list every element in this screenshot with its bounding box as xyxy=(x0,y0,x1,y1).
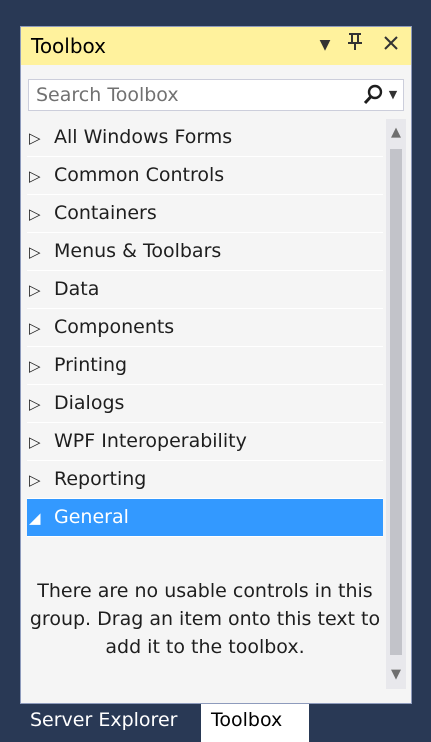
search-box: ▼ xyxy=(28,79,404,111)
expand-arrow-icon: ▷ xyxy=(29,319,41,337)
search-options-chevron-icon[interactable]: ▼ xyxy=(386,82,400,108)
tab-toolbox[interactable]: Toolbox xyxy=(201,704,309,742)
search-input[interactable] xyxy=(29,80,349,110)
expand-arrow-icon: ▷ xyxy=(29,281,41,299)
group-label: WPF Interoperability xyxy=(54,430,247,452)
group-label: Reporting xyxy=(54,468,147,490)
group-label: Data xyxy=(54,278,100,300)
expand-arrow-icon: ▷ xyxy=(29,205,41,223)
pin-icon[interactable] xyxy=(343,31,367,59)
group-label: Menus & Toolbars xyxy=(54,240,222,262)
empty-group-message[interactable]: There are no usable controls in this gro… xyxy=(27,577,383,661)
bottom-tab-bar: Server Explorer Toolbox xyxy=(20,704,412,742)
close-icon[interactable] xyxy=(377,31,405,59)
toolbox-group-list: ▷ All Windows Forms ▷ Common Controls ▷ Con… xyxy=(27,119,383,699)
group-label: Printing xyxy=(54,354,128,376)
group-label: General xyxy=(54,506,129,528)
group-dialogs[interactable]: ▷ Dialogs xyxy=(27,385,383,423)
scroll-up-arrow-icon[interactable]: ▲ xyxy=(386,119,406,147)
chevron-down-icon[interactable]: ▼ xyxy=(315,31,335,59)
group-label: All Windows Forms xyxy=(54,126,233,148)
group-components[interactable]: ▷ Components xyxy=(27,309,383,347)
expand-arrow-icon: ▷ xyxy=(29,395,41,413)
ide-background xyxy=(0,0,431,26)
vertical-scrollbar[interactable]: ▲ ▼ xyxy=(386,119,406,689)
group-all-windows-forms[interactable]: ▷ All Windows Forms xyxy=(27,119,383,157)
group-containers[interactable]: ▷ Containers xyxy=(27,195,383,233)
group-wpf-interoperability[interactable]: ▷ WPF Interoperability xyxy=(27,423,383,461)
group-general[interactable]: ◢ General xyxy=(27,499,383,537)
group-label: Dialogs xyxy=(54,392,125,414)
group-label: Containers xyxy=(54,202,157,224)
expand-arrow-icon: ▷ xyxy=(29,471,41,489)
group-label: Components xyxy=(54,316,175,338)
scroll-thumb[interactable] xyxy=(390,149,402,655)
group-common-controls[interactable]: ▷ Common Controls xyxy=(27,157,383,195)
group-reporting[interactable]: ▷ Reporting xyxy=(27,461,383,499)
expand-arrow-icon: ▷ xyxy=(29,167,41,185)
group-menus-toolbars[interactable]: ▷ Menus & Toolbars xyxy=(27,233,383,271)
expand-arrow-icon: ▷ xyxy=(29,357,41,375)
search-icon[interactable] xyxy=(362,81,384,109)
scroll-down-arrow-icon[interactable]: ▼ xyxy=(386,661,406,689)
toolbox-panel: Toolbox ▼ ▼ xyxy=(20,26,412,704)
expand-arrow-icon: ▷ xyxy=(29,243,41,261)
window-title: Toolbox xyxy=(31,34,106,58)
expand-arrow-icon: ▷ xyxy=(29,433,41,451)
group-label: Common Controls xyxy=(54,164,225,186)
collapse-arrow-icon: ◢ xyxy=(29,509,41,527)
tab-server-explorer[interactable]: Server Explorer xyxy=(20,704,201,742)
group-data[interactable]: ▷ Data xyxy=(27,271,383,309)
group-printing[interactable]: ▷ Printing xyxy=(27,347,383,385)
toolbox-titlebar[interactable]: Toolbox ▼ xyxy=(21,27,411,65)
expand-arrow-icon: ▷ xyxy=(29,129,41,147)
